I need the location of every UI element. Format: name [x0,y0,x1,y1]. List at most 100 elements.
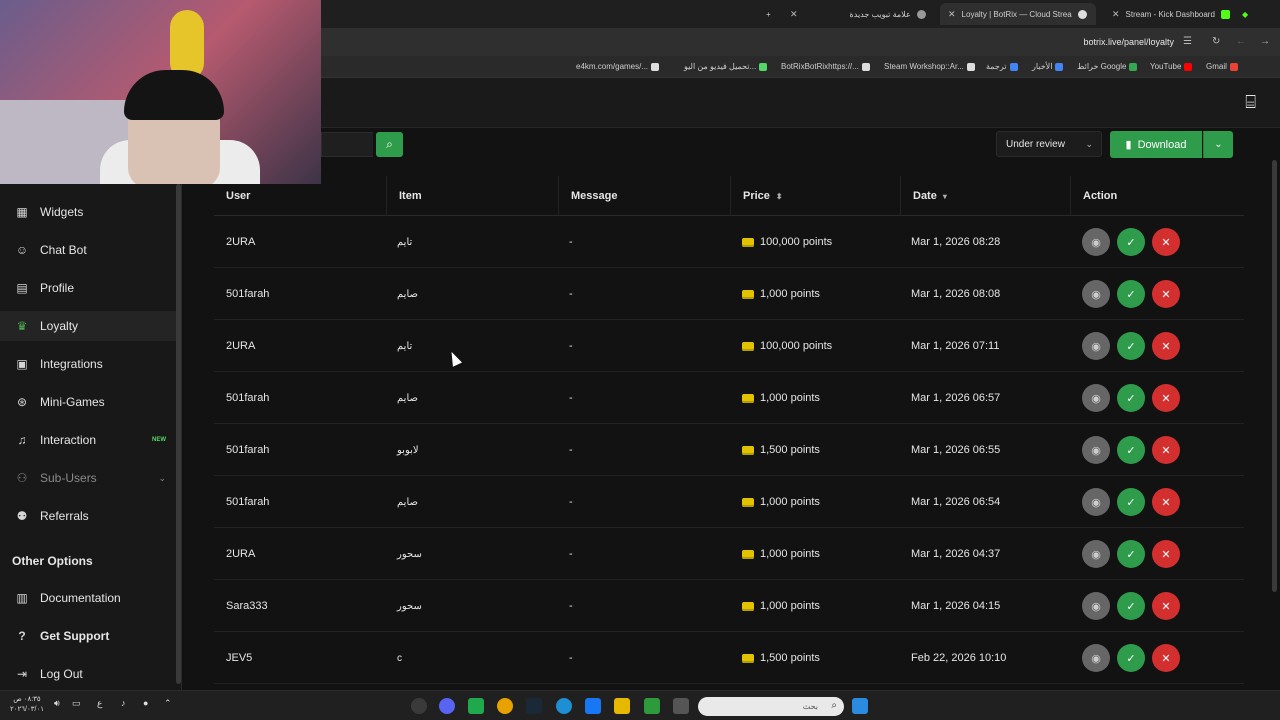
bookmark-video-download[interactable]: تحميل فيديو من اليو... [684,62,768,71]
view-button[interactable]: ◉ [1082,488,1110,516]
url-field[interactable]: botrix.live/panel/loyalty [1083,37,1174,47]
sidebar-item-referrals[interactable]: ⚉ Referrals [0,501,176,531]
search-input[interactable] [321,132,373,157]
reject-button[interactable]: ✕ [1152,384,1180,412]
approve-button[interactable]: ✓ [1117,332,1145,360]
microphone-icon[interactable]: ♪ [121,698,126,708]
cell-user[interactable]: 2URA [226,528,255,580]
cell-user[interactable]: 501farah [226,424,269,476]
site-settings-icon[interactable]: ☰ [1183,36,1192,47]
tab-new-tab[interactable]: ✕ علامة تبويب جديدة [782,3,934,25]
search-button[interactable]: ⌕ [376,132,403,157]
language-icon[interactable]: ع [97,698,102,709]
sidebar-item-chat-bot[interactable]: ☺ Chat Bot [0,235,176,265]
approve-button[interactable]: ✓ [1117,436,1145,464]
sidebar-item-widgets[interactable]: ▦ Widgets [0,197,176,227]
approve-button[interactable]: ✓ [1117,384,1145,412]
download-options-button[interactable]: ⌄ [1203,131,1233,158]
cell-user[interactable]: 501farah [226,476,269,528]
sidebar-item-sub-users[interactable]: ⚇ Sub-Users ⌄ [0,463,176,493]
tab-loyalty[interactable]: ✕ Loyalty | BotRix — Cloud Strea [940,3,1096,25]
cell-user[interactable]: 501farah [226,372,269,424]
botrix-logo-icon[interactable]: ⌸ [1245,92,1256,113]
sidebar-item-integrations[interactable]: ▣ Integrations [0,349,176,379]
reject-button[interactable]: ✕ [1152,228,1180,256]
chrome-icon[interactable] [497,698,513,714]
facebook-icon[interactable] [585,698,601,714]
sidebar-item-mini-games[interactable]: ⊛ Mini-Games [0,387,176,417]
approve-button[interactable]: ✓ [1117,644,1145,672]
tray-app-icon[interactable]: ● [143,698,148,708]
sidebar-item-log-out[interactable]: ⇥ Log Out [0,659,176,689]
cell-user[interactable]: JEV5 [226,632,252,684]
reject-button[interactable]: ✕ [1152,540,1180,568]
cell-user[interactable]: 2URA [226,216,255,268]
forward-icon[interactable]: ← [1236,36,1246,47]
reject-button[interactable]: ✕ [1152,488,1180,516]
approve-button[interactable]: ✓ [1117,540,1145,568]
steam-icon[interactable] [526,698,542,714]
back-icon[interactable]: → [1260,36,1270,47]
download-button[interactable]: ▮ Download [1110,131,1202,158]
bookmark-gmail[interactable]: Gmail [1206,62,1238,71]
file-explorer-icon[interactable] [614,698,630,714]
reject-button[interactable]: ✕ [1152,592,1180,620]
sidebar-item-documentation[interactable]: ▥ Documentation [0,583,176,613]
sidebar-item-interaction[interactable]: ♫ Interaction NEW [0,425,176,455]
status-filter-select[interactable]: Under review ⌄ [996,131,1102,157]
reload-icon[interactable]: ↻ [1212,36,1220,47]
reject-button[interactable]: ✕ [1152,644,1180,672]
new-tab-button[interactable]: + [758,3,779,25]
cell-user[interactable]: 501farah [226,268,269,320]
chevron-up-icon[interactable]: ⌃ [164,698,172,709]
close-tab-icon[interactable]: ✕ [1112,9,1120,20]
cell-user[interactable]: 2URA [226,320,255,372]
view-button[interactable]: ◉ [1082,228,1110,256]
sidebar-scrollbar[interactable] [176,184,181,684]
bookmark-news[interactable]: الأخبار [1032,62,1064,71]
task-view-icon[interactable] [673,698,689,714]
view-button[interactable]: ◉ [1082,644,1110,672]
windows-start-icon[interactable] [852,698,868,714]
tab-kick-dashboard[interactable]: ✕ Stream - Kick Dashboard [1104,3,1238,25]
approve-button[interactable]: ✓ [1117,228,1145,256]
column-header-message[interactable]: Message [558,176,730,216]
reject-button[interactable]: ✕ [1152,332,1180,360]
column-header-price[interactable]: Price ⬍ [730,176,900,216]
speaker-icon[interactable]: 🔊︎ [54,698,60,709]
view-button[interactable]: ◉ [1082,540,1110,568]
obs-icon[interactable] [411,698,427,714]
edge-icon[interactable] [556,698,572,714]
bookmark-youtube[interactable]: YouTube [1150,62,1193,71]
app-icon[interactable] [468,698,484,714]
sidebar-item-profile[interactable]: ▤ Profile [0,273,176,303]
approve-button[interactable]: ✓ [1117,592,1145,620]
close-tab-icon[interactable]: ✕ [790,9,798,20]
bookmark-steam[interactable]: Steam Workshop::Ar... [884,62,975,71]
store-icon[interactable] [644,698,660,714]
reject-button[interactable]: ✕ [1152,280,1180,308]
view-button[interactable]: ◉ [1082,592,1110,620]
bookmark-maps[interactable]: خرائط Google [1077,62,1138,71]
view-button[interactable]: ◉ [1082,280,1110,308]
sidebar-item-loyalty[interactable]: ♛ Loyalty [0,311,176,341]
discord-icon[interactable] [439,698,455,714]
column-header-date[interactable]: Date ▾ [900,176,1070,216]
taskbar-clock[interactable]: ٠٨:٣٥ ص ٢٠٢٦/٠٣/٠١ [10,695,44,715]
bookmark-translate[interactable]: ترجمة [986,62,1018,71]
bookmark-e4km[interactable]: e4km.com/games/... [576,62,660,71]
approve-button[interactable]: ✓ [1117,280,1145,308]
kick-extension-icon[interactable]: ◆ [1234,3,1256,25]
sidebar-item-get-support[interactable]: ? Get Support [0,621,176,651]
view-button[interactable]: ◉ [1082,332,1110,360]
network-icon[interactable]: ▭ [72,698,81,709]
taskbar-search[interactable]: بحث ⌕ [698,697,844,716]
column-header-item[interactable]: Item [386,176,558,216]
main-scrollbar[interactable] [1272,160,1277,592]
approve-button[interactable]: ✓ [1117,488,1145,516]
close-tab-icon[interactable]: ✕ [948,9,956,20]
reject-button[interactable]: ✕ [1152,436,1180,464]
view-button[interactable]: ◉ [1082,384,1110,412]
cell-user[interactable]: Sara333 [226,580,268,632]
view-button[interactable]: ◉ [1082,436,1110,464]
